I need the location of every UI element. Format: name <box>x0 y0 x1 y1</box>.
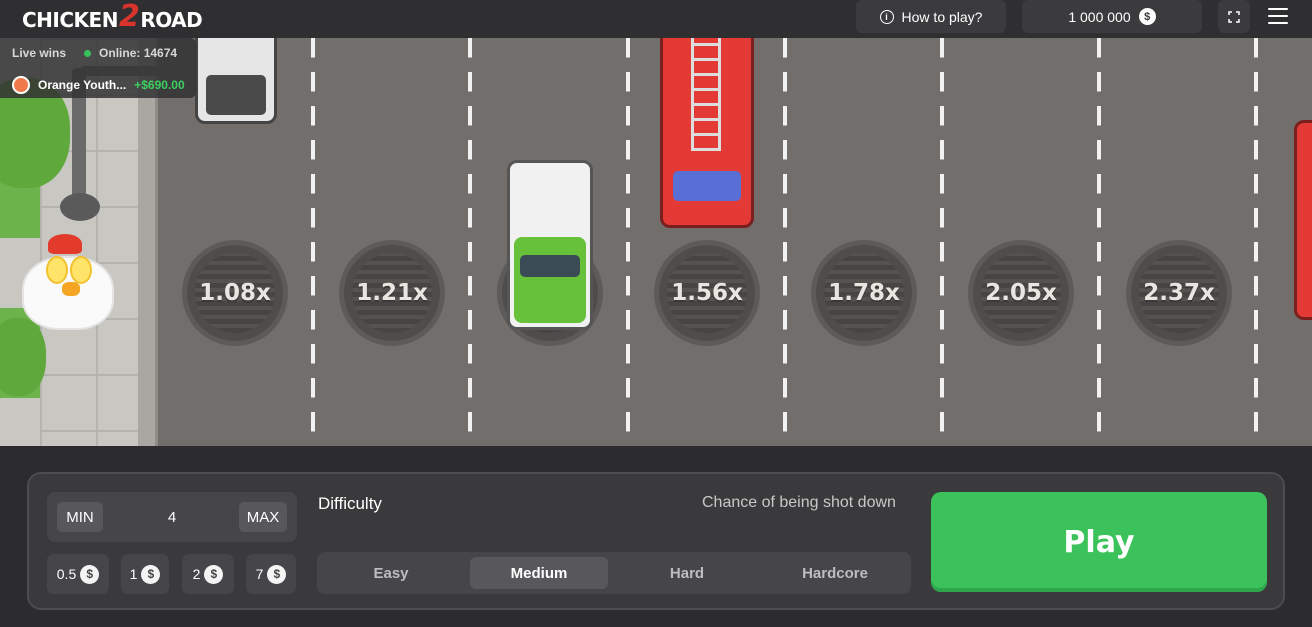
avatar <box>12 76 30 94</box>
fullscreen-icon <box>1228 10 1240 23</box>
difficulty-hardcore[interactable]: Hardcore <box>766 557 904 589</box>
multiplier-cell[interactable]: 2.37x <box>1126 240 1232 346</box>
multiplier-cell[interactable]: 1.08x <box>182 240 288 346</box>
chicken-player <box>18 234 118 338</box>
lane-divider <box>1254 38 1258 446</box>
quick-bet-button[interactable]: 1 $ <box>121 554 169 594</box>
menu-icon[interactable] <box>1268 8 1288 24</box>
multiplier-cell[interactable]: 1.56x <box>654 240 760 346</box>
lane-divider <box>311 38 315 446</box>
quick-bet-button[interactable]: 2 $ <box>182 554 234 594</box>
quick-bet-button[interactable]: 0.5 $ <box>47 554 109 594</box>
difficulty-medium[interactable]: Medium <box>470 557 608 589</box>
difficulty-selector: Easy Medium Hard Hardcore <box>317 552 911 594</box>
car-dark <box>195 38 277 124</box>
lane-divider <box>626 38 630 446</box>
lane-divider <box>940 38 944 446</box>
live-win-entry: Orange Youth... +$690.00 <box>12 76 185 94</box>
win-amount: +$690.00 <box>134 78 185 92</box>
multiplier-cell[interactable]: 2.05x <box>968 240 1074 346</box>
info-icon: i <box>879 9 894 24</box>
online-count: Online: 14674 <box>84 46 177 60</box>
coin-icon: $ <box>267 564 287 584</box>
live-wins-label: Live wins <box>12 46 67 60</box>
max-bet-button[interactable]: MAX <box>239 502 287 532</box>
control-panel: MIN 4 MAX 0.5 $ 1 $ 2 $ 7 $ Difficulty Chanc… <box>27 472 1285 610</box>
multiplier-cell[interactable]: 1.21x <box>339 240 445 346</box>
difficulty-label: Difficulty <box>318 494 382 513</box>
difficulty-easy[interactable]: Easy <box>322 557 460 589</box>
coin-icon: $ <box>141 564 161 584</box>
logo: CHICKEN 2 ROAD <box>22 0 203 34</box>
how-to-play-button[interactable]: i How to play? <box>856 0 1006 33</box>
chance-label: Chance of being shot down <box>702 494 896 511</box>
street-lamp-base <box>60 193 100 221</box>
multiplier-cell[interactable]: 1.78x <box>811 240 917 346</box>
balance-value: 1 000 000 <box>1068 8 1131 25</box>
coin-icon: $ <box>1138 8 1156 25</box>
live-wins-panel: Live wins Online: 14674 Orange Youth... … <box>0 38 196 98</box>
bet-amount-box: MIN 4 MAX <box>47 492 297 542</box>
lane-divider <box>1097 38 1101 446</box>
quick-bet-button[interactable]: 7 $ <box>246 554 296 594</box>
fire-truck-partial <box>1294 120 1312 320</box>
coin-icon: $ <box>204 564 224 584</box>
coin-icon: $ <box>80 564 100 584</box>
winner-name: Orange Youth... <box>38 78 127 92</box>
truck-green <box>507 160 593 330</box>
fullscreen-button[interactable] <box>1218 0 1250 33</box>
bet-amount-input[interactable]: 4 <box>107 492 237 542</box>
online-dot-icon <box>84 50 92 57</box>
game-field: 1.08x 1.21x 1.56x 1.78x 2.05x 2.37x <box>0 38 1312 446</box>
lane-divider <box>468 38 472 446</box>
min-bet-button[interactable]: MIN <box>57 502 103 532</box>
difficulty-hard[interactable]: Hard <box>618 557 756 589</box>
fire-truck <box>660 38 754 228</box>
top-bar: CHICKEN 2 ROAD i How to play? 1 000 000 $ <box>0 0 1312 38</box>
lane-divider <box>783 38 787 446</box>
play-button[interactable]: Play <box>931 492 1267 592</box>
balance-display: 1 000 000 $ <box>1022 0 1202 33</box>
game-screen: CHICKEN 2 ROAD i How to play? 1 000 000 $ <box>0 0 1312 627</box>
